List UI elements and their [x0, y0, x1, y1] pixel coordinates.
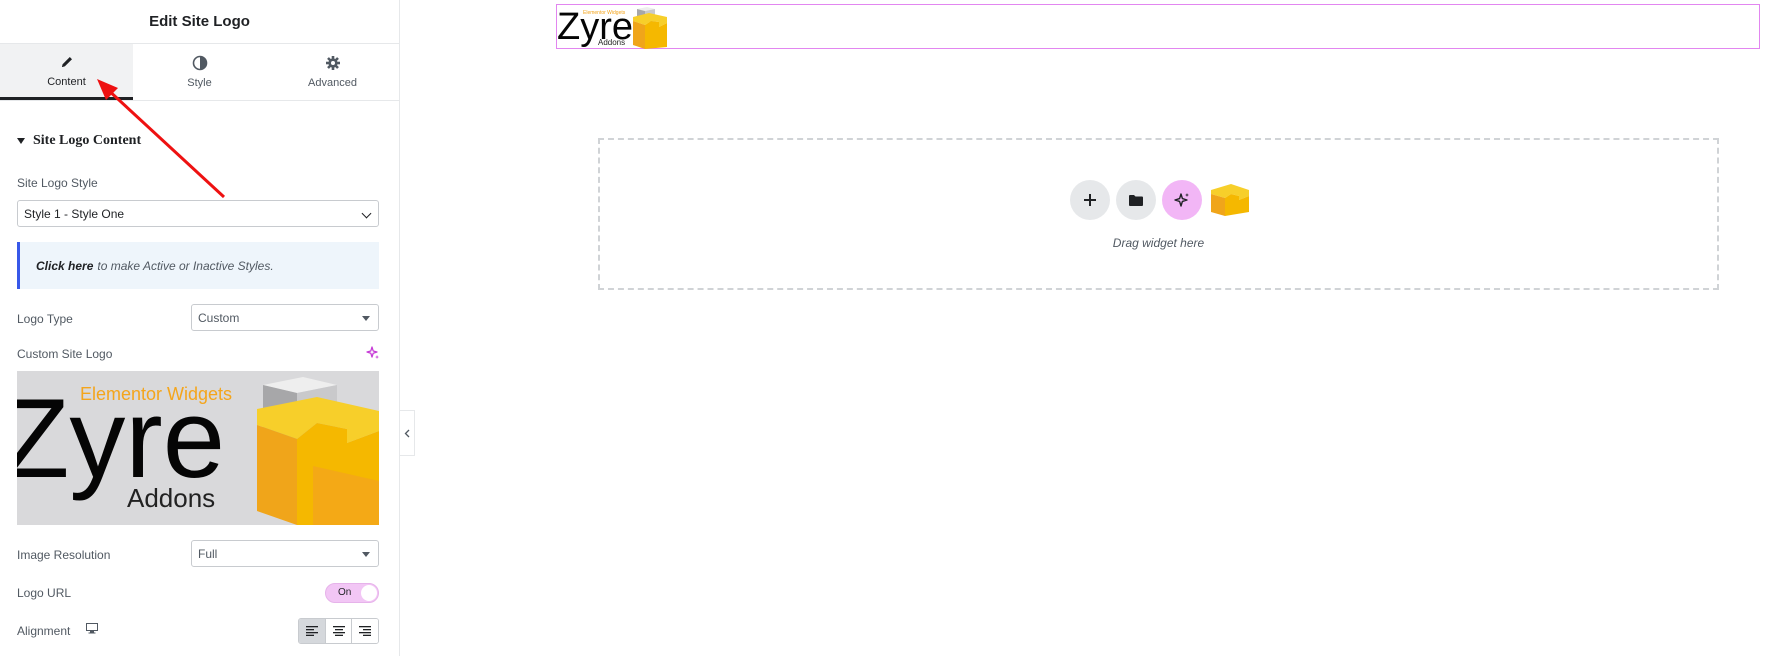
panel-header: Edit Site Logo — [0, 0, 399, 44]
header-logo-tagline: Elementor Widgets — [583, 10, 626, 16]
toggle-knob — [361, 585, 377, 601]
tab-label: Content — [47, 75, 86, 88]
tab-style[interactable]: Style — [133, 44, 266, 100]
select-value: Custom — [198, 310, 240, 325]
zyre-logo-image: Zyre Elementor Widgets Addons — [17, 376, 379, 525]
logo-type-select[interactable]: Custom — [191, 304, 379, 331]
logo-url-label: Logo URL — [17, 586, 72, 600]
panel-tabs: Content Style Advanced — [0, 44, 399, 101]
drop-zone-actions — [1070, 180, 1252, 220]
custom-site-logo-label: Custom Site Logo — [17, 347, 113, 361]
tab-label: Style — [187, 77, 212, 89]
select-value: Full — [198, 546, 218, 561]
chevron-down-icon — [361, 208, 372, 219]
align-center-icon — [332, 626, 345, 636]
align-left-button[interactable] — [299, 619, 326, 643]
zyre-cube-icon — [1211, 184, 1249, 216]
tab-advanced[interactable]: Advanced — [266, 44, 399, 100]
folder-icon — [1129, 195, 1143, 206]
add-template-button[interactable] — [1116, 180, 1156, 220]
zyre-addons-button[interactable] — [1208, 180, 1252, 220]
align-right-icon — [359, 626, 372, 636]
custom-logo-image[interactable]: Zyre Elementor Widgets Addons — [17, 371, 379, 525]
caret-down-icon — [17, 138, 25, 144]
align-center-button[interactable] — [325, 619, 353, 643]
chevron-left-icon — [404, 429, 410, 437]
desktop-icon[interactable] — [86, 623, 98, 634]
gear-icon — [325, 56, 340, 70]
header-logo-image: Zyre Elementor Widgets Addons — [557, 6, 667, 49]
styles-notice: Click here to make Active or Inactive St… — [17, 242, 379, 289]
editor-panel: Edit Site Logo Content Style Advanced Si… — [0, 0, 400, 656]
header-logo-sub: Addons — [598, 38, 625, 47]
notice-text: to make Active or Inactive Styles. — [97, 258, 274, 273]
tab-label: Advanced — [308, 77, 357, 89]
site-logo-style-label: Site Logo Style — [17, 176, 98, 190]
caret-down-icon — [362, 552, 370, 557]
panel-title: Edit Site Logo — [149, 13, 250, 30]
site-logo-widget[interactable]: Zyre Elementor Widgets Addons — [556, 4, 1760, 49]
caret-down-icon — [362, 316, 370, 321]
logo-url-toggle[interactable]: On — [325, 583, 379, 603]
add-section-button[interactable] — [1070, 180, 1110, 220]
section-toggle-site-logo-content[interactable]: Site Logo Content — [17, 133, 141, 149]
click-here-link[interactable]: Click here — [36, 259, 93, 273]
logo-sub-text: Addons — [127, 483, 215, 513]
align-right-button[interactable] — [352, 619, 378, 643]
plus-icon — [1084, 194, 1096, 206]
ai-sparkle-icon[interactable] — [366, 346, 380, 360]
image-resolution-select[interactable]: Full — [191, 540, 379, 567]
site-logo-style-select[interactable]: Style 1 - Style One — [17, 200, 379, 227]
logo-tagline-text: Elementor Widgets — [80, 384, 232, 404]
panel-collapse-handle[interactable] — [400, 410, 415, 456]
ai-sparkle-icon — [1174, 193, 1189, 207]
image-resolution-label: Image Resolution — [17, 548, 111, 562]
toggle-state-text: On — [338, 587, 352, 598]
ai-generate-button[interactable] — [1162, 180, 1202, 220]
contrast-icon — [192, 55, 207, 71]
drop-zone[interactable]: Drag widget here — [598, 138, 1719, 290]
alignment-control — [298, 618, 379, 644]
align-left-icon — [305, 626, 318, 636]
drop-zone-text: Drag widget here — [1112, 236, 1205, 250]
logo-type-label: Logo Type — [17, 312, 73, 326]
section-title: Site Logo Content — [33, 133, 142, 148]
select-value: Style 1 - Style One — [24, 206, 125, 221]
alignment-label: Alignment — [17, 624, 71, 638]
pencil-icon — [61, 56, 72, 67]
tab-content[interactable]: Content — [0, 44, 133, 100]
